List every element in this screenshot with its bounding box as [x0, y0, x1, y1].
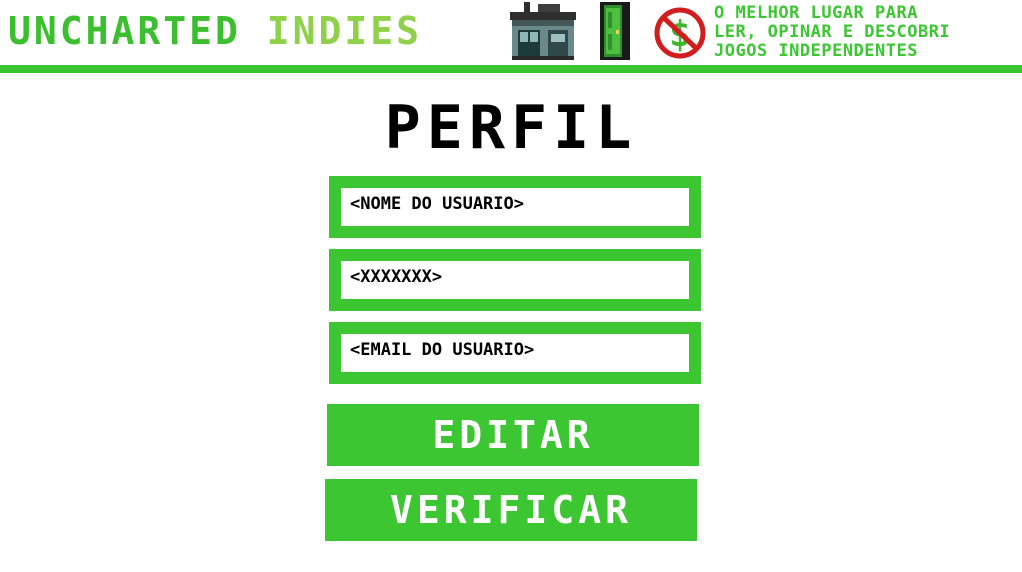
username-field-frame: [329, 176, 701, 238]
verify-button[interactable]: VERIFICAR: [325, 479, 697, 541]
email-field[interactable]: [341, 334, 689, 372]
brand-word-indies: INDIES: [266, 9, 423, 53]
home-icon[interactable]: [508, 2, 578, 60]
tagline: O MELHOR LUGAR PARA LER, OPINAR E DESCOB…: [714, 4, 1022, 61]
email-field-frame: [329, 322, 701, 384]
tagline-line-2: LER, OPINAR E DESCOBRI: [714, 22, 951, 42]
tagline-line-1: O MELHOR LUGAR PARA: [714, 3, 918, 23]
edit-button[interactable]: EDITAR: [327, 404, 699, 466]
password-field[interactable]: [341, 261, 689, 299]
brand-logo[interactable]: UNCHARTED INDIES: [8, 6, 422, 56]
page-title: PERFIL: [384, 93, 638, 163]
tagline-line-3: JOGOS INDEPENDENTES: [714, 41, 918, 61]
header: UNCHARTED INDIES $ O MELHOR LUGAR PARA L…: [0, 0, 1022, 73]
password-field-frame: [329, 249, 701, 311]
door-icon[interactable]: [600, 2, 630, 60]
no-money-icon[interactable]: $: [650, 6, 712, 60]
header-divider: [0, 65, 1022, 73]
username-field[interactable]: [341, 188, 689, 226]
brand-word-uncharted: UNCHARTED: [8, 9, 241, 53]
